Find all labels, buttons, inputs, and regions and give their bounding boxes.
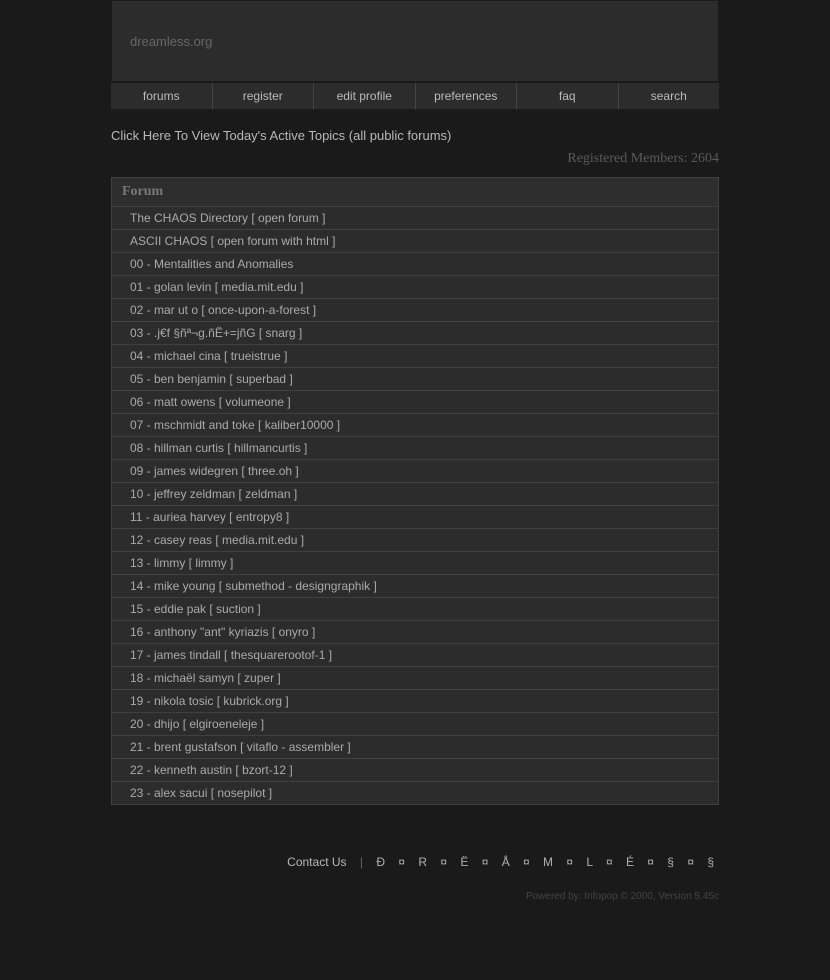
forum-row: The CHAOS Directory [ open forum ] (112, 207, 719, 230)
forum-link[interactable]: 08 - hillman curtis [ hillmancurtis ] (112, 437, 719, 460)
forum-link[interactable]: 10 - jeffrey zeldman [ zeldman ] (112, 483, 719, 506)
forum-link[interactable]: 03 - .j€f §ñª¬g.ñË+=jñG [ snarg ] (112, 322, 719, 345)
forum-row: ASCII CHAOS [ open forum with html ] (112, 230, 719, 253)
forum-link[interactable]: 12 - casey reas [ media.mit.edu ] (112, 529, 719, 552)
nav-preferences[interactable]: preferences (416, 83, 518, 110)
forum-link[interactable]: 20 - dhijo [ elgiroeneleje ] (112, 713, 719, 736)
contact-us-link[interactable]: Contact Us (287, 855, 346, 869)
forum-row: 03 - .j€f §ñª¬g.ñË+=jñG [ snarg ] (112, 322, 719, 345)
nav-search[interactable]: search (619, 83, 720, 110)
forum-row: 19 - nikola tosic [ kubrick.org ] (112, 690, 719, 713)
forum-column-header: Forum (112, 178, 719, 207)
forum-link[interactable]: 21 - brent gustafson [ vitaflo - assembl… (112, 736, 719, 759)
forum-link[interactable]: 14 - mike young [ submethod - designgrap… (112, 575, 719, 598)
forum-link[interactable]: 17 - james tindall [ thesquarerootof-1 ] (112, 644, 719, 667)
forum-row: 00 - Mentalities and Anomalies (112, 253, 719, 276)
footer-stylized-link[interactable]: Ð ¤ R ¤ Ë ¤ Å ¤ M ¤ L ¤ É ¤ § ¤ § (376, 855, 719, 869)
forum-row: 18 - michaël samyn [ zuper ] (112, 667, 719, 690)
forum-row: 09 - james widegren [ three.oh ] (112, 460, 719, 483)
forum-row: 04 - michael cina [ trueistrue ] (112, 345, 719, 368)
forum-row: 12 - casey reas [ media.mit.edu ] (112, 529, 719, 552)
registered-members-count: Registered Members: 2604 (111, 151, 719, 167)
forum-link[interactable]: 22 - kenneth austin [ bzort-12 ] (112, 759, 719, 782)
forum-link[interactable]: The CHAOS Directory [ open forum ] (112, 207, 719, 230)
forum-link[interactable]: 15 - eddie pak [ suction ] (112, 598, 719, 621)
nav-forums[interactable]: forums (111, 83, 213, 110)
forum-row: 06 - matt owens [ volumeone ] (112, 391, 719, 414)
forum-row: 23 - alex sacui [ nosepilot ] (112, 782, 719, 805)
forum-link[interactable]: 19 - nikola tosic [ kubrick.org ] (112, 690, 719, 713)
forum-link[interactable]: 05 - ben benjamin [ superbad ] (112, 368, 719, 391)
forum-link[interactable]: 07 - mschmidt and toke [ kaliber10000 ] (112, 414, 719, 437)
forum-row: 14 - mike young [ submethod - designgrap… (112, 575, 719, 598)
footer: Contact Us | Ð ¤ R ¤ Ë ¤ Å ¤ M ¤ L ¤ É ¤… (111, 855, 719, 877)
forum-link[interactable]: 02 - mar ut o [ once-upon-a-forest ] (112, 299, 719, 322)
forum-list-table: Forum The CHAOS Directory [ open forum ]… (111, 177, 719, 805)
site-title[interactable]: dreamless.org (130, 34, 212, 49)
main-nav: forums register edit profile preferences… (111, 82, 719, 110)
active-topics-link[interactable]: Click Here To View Today's Active Topics… (111, 128, 719, 143)
forum-link[interactable]: ASCII CHAOS [ open forum with html ] (112, 230, 719, 253)
forum-row: 01 - golan levin [ media.mit.edu ] (112, 276, 719, 299)
forum-row: 13 - limmy [ limmy ] (112, 552, 719, 575)
forum-row: 11 - auriea harvey [ entropy8 ] (112, 506, 719, 529)
forum-link[interactable]: 18 - michaël samyn [ zuper ] (112, 667, 719, 690)
forum-link[interactable]: 23 - alex sacui [ nosepilot ] (112, 782, 719, 805)
forum-link[interactable]: 16 - anthony "ant" kyriazis [ onyro ] (112, 621, 719, 644)
forum-row: 02 - mar ut o [ once-upon-a-forest ] (112, 299, 719, 322)
footer-separator: | (360, 855, 363, 869)
forum-row: 22 - kenneth austin [ bzort-12 ] (112, 759, 719, 782)
forum-link[interactable]: 09 - james widegren [ three.oh ] (112, 460, 719, 483)
forum-link[interactable]: 11 - auriea harvey [ entropy8 ] (112, 506, 719, 529)
forum-row: 15 - eddie pak [ suction ] (112, 598, 719, 621)
forum-row: 20 - dhijo [ elgiroeneleje ] (112, 713, 719, 736)
nav-register[interactable]: register (213, 83, 315, 110)
forum-row: 07 - mschmidt and toke [ kaliber10000 ] (112, 414, 719, 437)
nav-edit-profile[interactable]: edit profile (314, 83, 416, 110)
forum-link[interactable]: 00 - Mentalities and Anomalies (112, 253, 719, 276)
forum-row: 16 - anthony "ant" kyriazis [ onyro ] (112, 621, 719, 644)
powered-by-text: Powered by: Infopop © 2000, Version 5.45… (111, 891, 719, 922)
forum-row: 05 - ben benjamin [ superbad ] (112, 368, 719, 391)
forum-row: 08 - hillman curtis [ hillmancurtis ] (112, 437, 719, 460)
nav-faq[interactable]: faq (517, 83, 619, 110)
forum-row: 21 - brent gustafson [ vitaflo - assembl… (112, 736, 719, 759)
header-banner: dreamless.org (111, 0, 719, 82)
forum-link[interactable]: 01 - golan levin [ media.mit.edu ] (112, 276, 719, 299)
forum-row: 10 - jeffrey zeldman [ zeldman ] (112, 483, 719, 506)
forum-link[interactable]: 13 - limmy [ limmy ] (112, 552, 719, 575)
forum-link[interactable]: 04 - michael cina [ trueistrue ] (112, 345, 719, 368)
forum-link[interactable]: 06 - matt owens [ volumeone ] (112, 391, 719, 414)
forum-row: 17 - james tindall [ thesquarerootof-1 ] (112, 644, 719, 667)
